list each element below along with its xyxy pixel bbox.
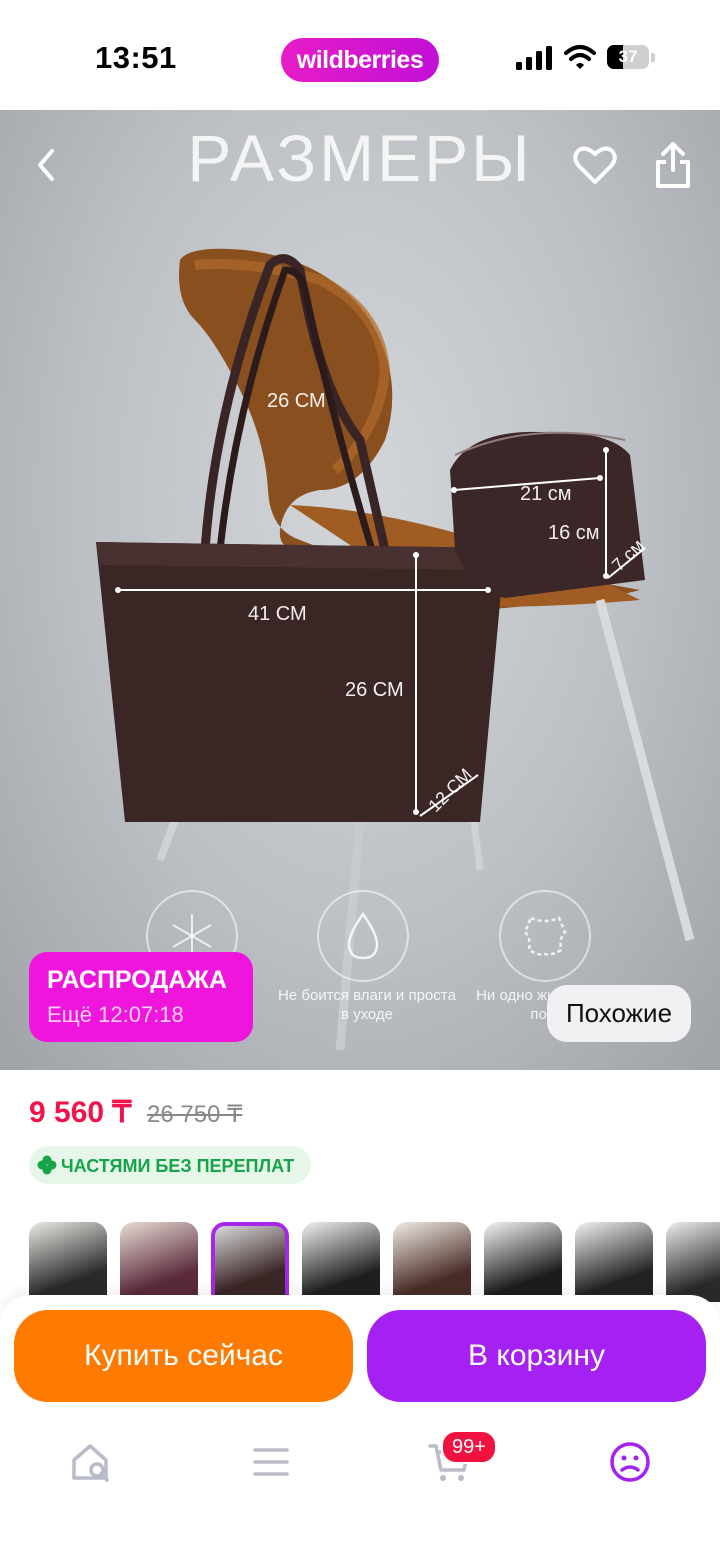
heart-icon[interactable] (572, 142, 618, 188)
thumbnail[interactable] (29, 1222, 107, 1302)
cellular-signal-icon (516, 46, 552, 70)
menu-icon[interactable] (249, 1440, 293, 1484)
dimension-label: 21 см (520, 483, 572, 505)
thumbnail-selected[interactable] (211, 1222, 289, 1302)
sale-title: РАСПРОДАЖА (47, 966, 227, 994)
thumbnail-strip (29, 1222, 720, 1302)
installment-badge[interactable]: ЧАСТЯМИ БЕЗ ПЕРЕПЛАТ (29, 1146, 311, 1184)
profile-icon[interactable] (608, 1440, 652, 1484)
current-price: 9 560 ₸ (29, 1096, 132, 1129)
thumbnail[interactable] (393, 1222, 471, 1302)
status-time: 13:51 (95, 40, 177, 75)
similar-button[interactable]: Похожие (547, 985, 691, 1042)
feature-text: Не боится влаги и простa в уходе (278, 987, 456, 1023)
cart-count-badge: 99+ (441, 1430, 497, 1464)
thumbnail[interactable] (120, 1222, 198, 1302)
wildberries-logo: wildberries (281, 38, 439, 82)
dimension-label: 16 см (548, 522, 600, 544)
clover-icon (37, 1155, 57, 1175)
thumbnail[interactable] (666, 1222, 720, 1302)
dimension-label: 41 СМ (248, 603, 307, 625)
bottom-tab-bar (0, 1420, 720, 1565)
battery-level: 37 (618, 47, 638, 66)
leather-icon (499, 890, 591, 982)
water-drop-icon (317, 890, 409, 982)
purchase-action-bar: Купить сейчас В корзину (0, 1295, 720, 1420)
home-search-icon[interactable] (68, 1440, 112, 1484)
old-price: 26 750 ₸ (147, 1101, 243, 1128)
sale-timer: Ещё 12:07:18 (47, 1002, 184, 1027)
back-arrow-icon[interactable] (30, 145, 62, 185)
status-bar: 13:51 wildberries 37 (0, 0, 720, 110)
product-image[interactable]: РАЗМЕРЫ 26 СМ 41 СМ 26 СМ 12 СМ 21 см 16… (0, 110, 720, 1070)
sale-badge: РАСПРОДАЖА Ещё 12:07:18 (29, 952, 253, 1042)
thumbnail[interactable] (484, 1222, 562, 1302)
thumbnail[interactable] (575, 1222, 653, 1302)
dimension-label: 26 СМ (345, 679, 404, 701)
battery-icon: 37 (607, 45, 657, 71)
wifi-icon (564, 45, 596, 69)
buy-now-button[interactable]: Купить сейчас (14, 1310, 353, 1402)
add-to-cart-button[interactable]: В корзину (367, 1310, 706, 1402)
dimension-label: 26 СМ (267, 390, 326, 412)
share-icon[interactable] (652, 140, 694, 190)
installment-text: ЧАСТЯМИ БЕЗ ПЕРЕПЛАТ (61, 1156, 295, 1176)
thumbnail[interactable] (302, 1222, 380, 1302)
